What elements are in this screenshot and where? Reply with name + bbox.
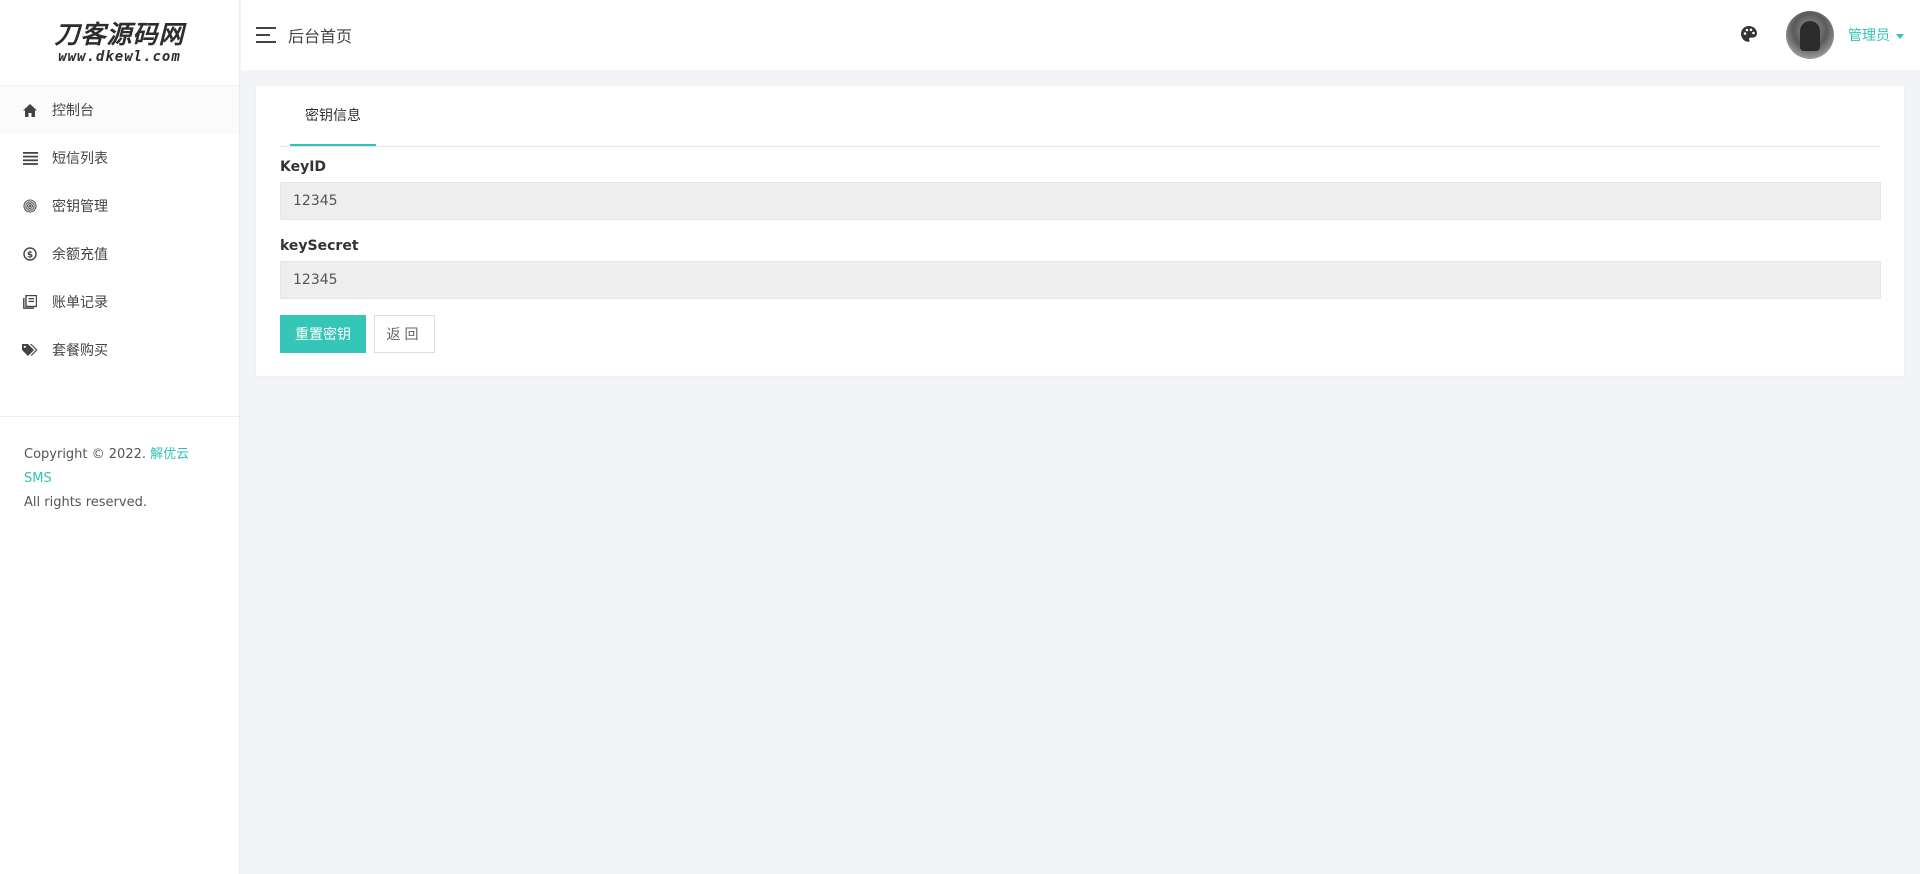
sidebar-item-billing[interactable]: 账单记录	[0, 278, 239, 326]
tags-icon	[22, 342, 38, 358]
sidebar-item-label: 密钥管理	[52, 199, 108, 215]
sidebar-item-key-management[interactable]: 密钥管理	[0, 182, 239, 230]
avatar[interactable]	[1786, 11, 1834, 59]
user-name: 管理员	[1848, 28, 1890, 44]
sidebar: 刀客源码网 www.dkewl.com 控制台 短信列表 密钥管理 $ 余额充值	[0, 0, 240, 874]
header-right: 管理员	[1740, 11, 1904, 59]
sidebar-item-label: 余额充值	[52, 247, 108, 263]
sidebar-item-package[interactable]: 套餐购买	[0, 326, 239, 374]
sidebar-item-sms-list[interactable]: 短信列表	[0, 134, 239, 182]
reset-key-button[interactable]: 重置密钥	[280, 315, 366, 353]
key-secret-field[interactable]	[280, 261, 1881, 299]
book-icon	[22, 294, 38, 310]
sidebar-item-label: 套餐购买	[52, 343, 108, 359]
svg-text:$: $	[27, 250, 33, 260]
menu-toggle-icon[interactable]	[256, 27, 276, 43]
copyright: Copyright © 2022. 解优云SMS All rights rese…	[0, 417, 239, 541]
palette-icon[interactable]	[1740, 25, 1760, 45]
key-secret-label: keySecret	[280, 238, 359, 254]
top-header: 后台首页 管理员	[241, 0, 1920, 70]
sidebar-item-label: 短信列表	[52, 151, 108, 167]
logo-subtitle: www.dkewl.com	[58, 48, 181, 65]
fingerprint-icon	[22, 198, 38, 214]
key-id-field[interactable]	[280, 182, 1881, 220]
copyright-suffix: All rights reserved.	[24, 495, 147, 510]
sidebar-item-label: 控制台	[52, 103, 94, 119]
copyright-prefix: Copyright © 2022.	[24, 447, 147, 462]
tab-bar: 密钥信息	[280, 86, 1880, 147]
key-info-card: 密钥信息 KeyID keySecret 重置密钥 返回	[255, 85, 1905, 377]
sidebar-item-recharge[interactable]: $ 余额充值	[0, 230, 239, 278]
page-title: 后台首页	[288, 27, 353, 46]
chevron-down-icon	[1896, 33, 1904, 39]
sidebar-menu: 控制台 短信列表 密钥管理 $ 余额充值 账单记录 套餐购买	[0, 86, 239, 374]
sidebar-item-dashboard[interactable]: 控制台	[0, 86, 239, 134]
home-icon	[22, 102, 38, 118]
list-icon	[22, 150, 38, 166]
dollar-circle-icon: $	[22, 246, 38, 262]
logo-title: 刀客源码网	[54, 19, 185, 49]
user-menu[interactable]: 管理员	[1848, 25, 1904, 45]
key-id-label: KeyID	[280, 159, 327, 175]
tab-key-info[interactable]: 密钥信息	[290, 86, 376, 146]
logo[interactable]: 刀客源码网 www.dkewl.com	[0, 0, 239, 86]
back-button[interactable]: 返回	[374, 315, 435, 353]
sidebar-item-label: 账单记录	[52, 295, 108, 311]
